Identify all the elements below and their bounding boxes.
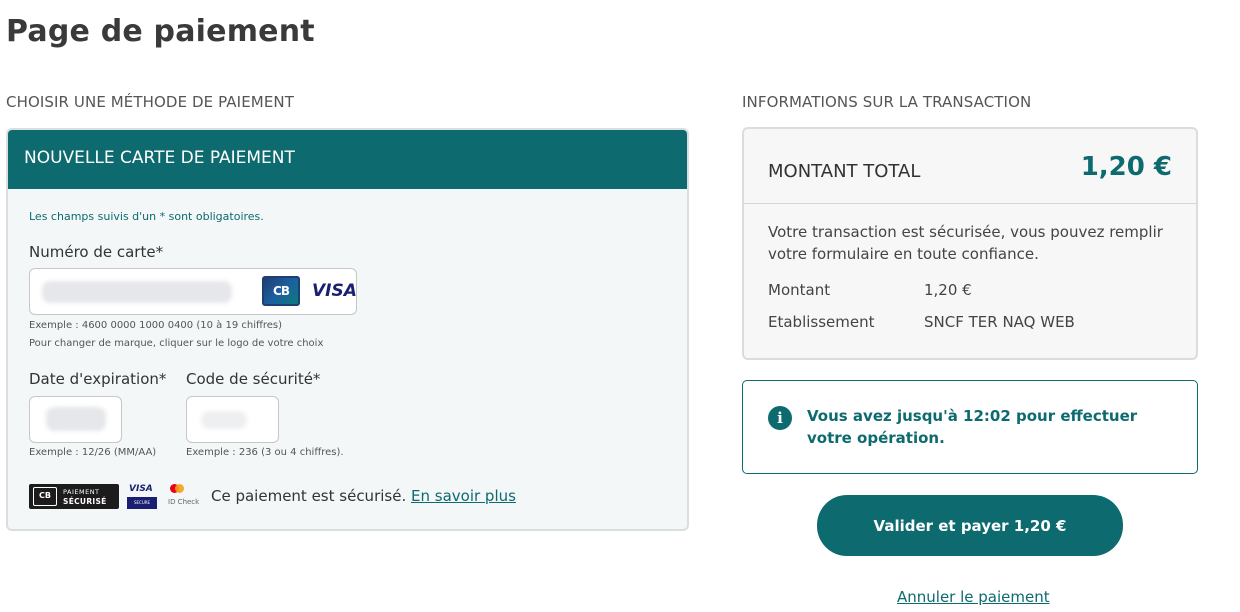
expiry-input[interactable] (29, 396, 122, 443)
card-number-masked-value (42, 281, 232, 303)
timer-message: Vous avez jusqu'à 12:02 pour effectuer v… (807, 407, 1138, 447)
amount-row: Montant 1,20 € (768, 281, 972, 299)
total-amount-value: 1,20 € (1080, 152, 1172, 182)
mastercard-orange-circle (175, 484, 184, 493)
transaction-info-heading: INFORMATIONS SUR LA TRANSACTION (742, 93, 1032, 111)
card-number-example-hint: Exemple : 4600 0000 1000 0400 (10 à 19 c… (29, 320, 283, 331)
cb-logo-text: CB (273, 284, 290, 298)
badge-paiement-text: PAIEMENT (63, 488, 100, 496)
security-code-example-hint: Exemple : 236 (3 ou 4 chiffres). (186, 447, 344, 458)
info-icon: i (768, 406, 792, 430)
visa-brand-logo[interactable]: VISA (312, 281, 357, 301)
secure-payment-row: CB PAIEMENT SÉCURISÉ VISA SECURE ID Chec… (29, 481, 549, 511)
cb-mini-icon: CB (33, 487, 57, 506)
merchant-row: Etablissement SNCF TER NAQ WEB (768, 313, 1075, 331)
cb-secure-payment-badge: CB PAIEMENT SÉCURISÉ (29, 484, 119, 509)
card-brand-hint: Pour changer de marque, cliquer sur le l… (29, 338, 324, 349)
payment-method-heading: CHOISIR UNE MÉTHODE DE PAIEMENT (6, 93, 294, 111)
new-card-header: NOUVELLE CARTE DE PAIEMENT (8, 130, 687, 189)
merchant-value: SNCF TER NAQ WEB (924, 313, 1075, 331)
secure-payment-statement: Ce paiement est sécurisé. (211, 487, 407, 505)
id-check-text: ID Check (168, 498, 200, 506)
new-card-panel: NOUVELLE CARTE DE PAIEMENT Les champs su… (6, 128, 689, 531)
validate-and-pay-button[interactable]: Valider et payer 1,20 € (817, 495, 1123, 556)
total-amount-row: MONTANT TOTAL 1,20 € (744, 129, 1196, 204)
page-title: Page de paiement (6, 14, 315, 49)
merchant-label: Etablissement (768, 313, 875, 331)
card-number-label: Numéro de carte* (29, 243, 164, 261)
amount-label: Montant (768, 281, 831, 299)
expiry-masked-value (46, 407, 106, 431)
cancel-payment-link[interactable]: Annuler le paiement (897, 588, 1050, 606)
timer-notice: i Vous avez jusqu'à 12:02 pour effectuer… (742, 380, 1198, 474)
security-code-input[interactable] (186, 396, 279, 443)
mastercard-idcheck-icon: ID Check (167, 484, 201, 509)
required-fields-note: Les champs suivis d'un * sont obligatoir… (29, 210, 264, 223)
visa-secure-bar-text: SECURE (127, 497, 157, 509)
secure-payment-text: Ce paiement est sécurisé. En savoir plus (211, 487, 516, 505)
visa-secure-icon: VISA SECURE (127, 484, 157, 509)
visa-secure-visa-text: VISA (129, 484, 153, 494)
cb-brand-logo[interactable]: CB (262, 276, 300, 306)
card-number-input[interactable]: CB VISA (29, 268, 357, 315)
total-amount-label: MONTANT TOTAL (768, 161, 921, 182)
expiry-example-hint: Exemple : 12/26 (MM/AA) (29, 447, 157, 458)
amount-value: 1,20 € (924, 281, 972, 299)
expiry-label: Date d'expiration* (29, 370, 167, 388)
security-code-label: Code de sécurité* (186, 370, 321, 388)
learn-more-link[interactable]: En savoir plus (411, 487, 516, 505)
transaction-summary-card: MONTANT TOTAL 1,20 € Votre transaction e… (742, 127, 1198, 360)
security-code-masked-value (201, 411, 247, 429)
badge-securise-text: SÉCURISÉ (63, 497, 107, 506)
transaction-secure-message: Votre transaction est sécurisée, vous po… (768, 223, 1163, 263)
